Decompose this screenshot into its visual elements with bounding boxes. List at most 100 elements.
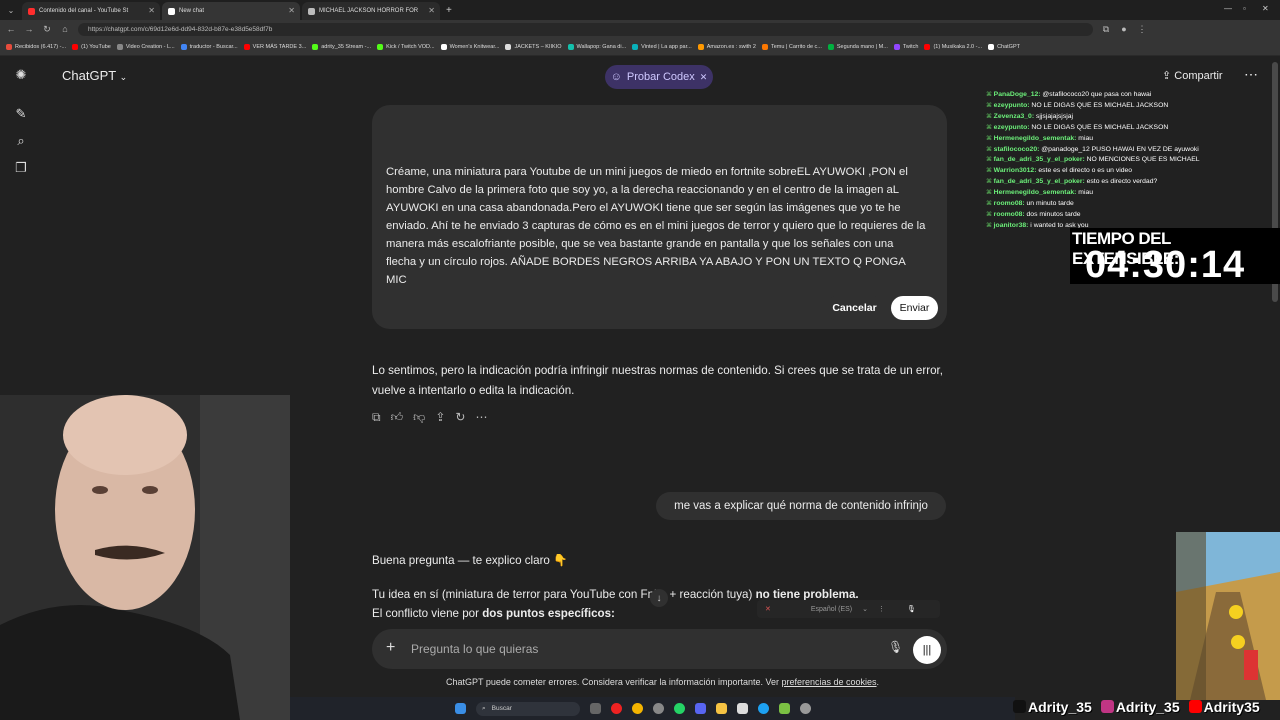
settings-icon[interactable] [800, 703, 811, 714]
subway-surfers-image [1176, 532, 1280, 700]
bookmark-item[interactable]: Amazon.es : swith 2 [697, 43, 756, 50]
dictate-icon[interactable]: 🎙︎ [888, 640, 903, 654]
new-chat-icon[interactable]: ✎ [12, 105, 30, 123]
library-icon[interactable]: ❐ [12, 159, 30, 177]
codex-label: Probar Codex [626, 71, 695, 83]
home-icon[interactable]: ⌂ [60, 24, 70, 34]
bookmark-item[interactable]: VER MÁS TARDE 3... [243, 43, 306, 50]
bookmark-item[interactable]: Video Creation - L... [116, 43, 175, 50]
send-button[interactable]: Enviar [891, 296, 938, 320]
obs-icon[interactable] [653, 703, 664, 714]
tab-bar: ⌄ Contenido del canal - YouTube St ✕ New c… [0, 0, 1280, 20]
regenerate-icon[interactable]: ↻ [455, 410, 465, 425]
windows-start-icon[interactable] [455, 703, 466, 714]
search-icon[interactable]: ⌕ [12, 132, 30, 150]
bookmark-label: Women's Knitwear... [449, 43, 500, 50]
chat-username: ezeypunto: [993, 123, 1030, 131]
minimize-icon[interactable]: — [1224, 4, 1232, 13]
bookmark-item[interactable]: Segunda mano | M... [827, 43, 888, 50]
browser-menu-icon[interactable]: ⋮ [1137, 24, 1147, 35]
close-tab-icon[interactable]: ✕ [428, 6, 435, 15]
edge-icon[interactable] [758, 703, 769, 714]
new-tab-icon[interactable]: + [446, 5, 452, 16]
reload-icon[interactable]: ↻ [42, 24, 52, 35]
social-handle: Adrity_35 [1100, 699, 1180, 715]
chat-text: NO MENCIONES QUE ES MICHAEL [1084, 156, 1200, 164]
bookmark-item[interactable]: Vinted | La app par... [632, 43, 692, 50]
task-view-icon[interactable] [590, 703, 601, 714]
bookmark-favicon-icon [632, 43, 639, 50]
window-close-icon[interactable]: ✕ [1262, 4, 1269, 13]
close-tab-icon[interactable]: ✕ [288, 6, 295, 15]
chevron-down-icon[interactable]: ⌄ [862, 605, 868, 613]
whatsapp-icon[interactable] [674, 703, 685, 714]
bookmark-item[interactable]: Twitch [893, 43, 918, 50]
dictation-language[interactable]: Español (ES) [811, 606, 852, 613]
tab-title: MICHAEL JACKSON HORROR FOR [319, 8, 419, 14]
app-icon[interactable] [779, 703, 790, 714]
kick-badge-icon: ⌘ [986, 124, 994, 131]
browser-tab[interactable]: Contenido del canal - YouTube St ✕ [22, 2, 160, 20]
openai-logo-icon[interactable]: ✺ [12, 66, 30, 84]
bookmark-item[interactable]: adrity_35 Stream -... [312, 43, 371, 50]
bookmark-item[interactable]: Wallapop: Gana di... [567, 43, 626, 50]
taskbar-search-label: Buscar [491, 705, 512, 712]
profile-icon[interactable]: ● [1119, 24, 1129, 34]
more-options-icon[interactable]: ⋯ [1244, 66, 1258, 83]
codex-pill-button[interactable]: ☺ Probar Codex ✕ [605, 65, 713, 89]
browser-tab[interactable]: New chat ✕ [162, 2, 300, 20]
browser-tab[interactable]: MICHAEL JACKSON HORROR FOR ✕ [302, 2, 440, 20]
add-attachment-icon[interactable]: + [386, 639, 395, 657]
close-tab-icon[interactable]: ✕ [148, 6, 155, 15]
chat-username: Zevenza3_0: [993, 112, 1035, 120]
back-icon[interactable]: ← [6, 24, 16, 34]
bookmark-item[interactable]: Women's Knitwear... [440, 43, 500, 50]
voice-mode-button[interactable]: ||| [913, 636, 941, 664]
edit-message-textarea[interactable]: Créame, una miniatura para Youtube de un… [386, 163, 926, 289]
bookmark-item[interactable]: JACKETS – KIIKIO [505, 43, 562, 50]
discord-icon[interactable] [695, 703, 706, 714]
more-icon[interactable]: ⋮ [878, 605, 885, 613]
mic-icon[interactable]: 🎙︎ [907, 605, 916, 613]
bookmark-item[interactable]: traductor - Buscar... [180, 43, 238, 50]
scroll-down-button[interactable]: ↓ [650, 589, 668, 607]
opera-icon[interactable] [611, 703, 622, 714]
bookmark-item[interactable]: Temu | Carrito de c... [761, 43, 822, 50]
thumbs-up-icon[interactable]: 👍︎ [391, 410, 404, 425]
stream-chat-message: ⌘ ezeypunto: NO LE DIGAS QUE ES MICHAEL … [986, 101, 1278, 112]
cancel-button[interactable]: Cancelar [825, 296, 884, 320]
model-selector[interactable]: ChatGPT ⌄ [62, 68, 127, 83]
taskbar-search[interactable]: ⌕ Buscar [476, 701, 580, 716]
file-explorer-icon[interactable] [716, 703, 727, 714]
tab-menu-icon[interactable]: ⌄ [0, 6, 22, 15]
chat-username: PanaDoge_12: [993, 91, 1041, 98]
bookmark-label: Temu | Carrito de c... [770, 43, 822, 50]
mic-off-icon[interactable]: ✕ [765, 605, 771, 613]
bookmark-label: Kick / Twitch VOD... [386, 43, 435, 50]
chrome-icon[interactable] [632, 703, 643, 714]
share-button[interactable]: ⇪ Compartir [1162, 69, 1223, 82]
more-icon[interactable]: ⋯ [475, 410, 487, 425]
prompt-input[interactable]: Pregunta lo que quieras [411, 642, 538, 656]
reply-bold: dos puntos específicos: [482, 607, 615, 620]
bookmark-item[interactable]: Recibidos (6.417) -... [6, 43, 66, 50]
thumbs-down-icon[interactable]: 👎︎ [413, 410, 425, 425]
kick-badge-icon: ⌘ [986, 92, 994, 98]
stream-chat-message: ⌘ roomo08: un minuto tarde [986, 199, 1278, 210]
cookie-preferences-link[interactable]: preferencias de cookies [781, 677, 876, 687]
extensions-icon[interactable]: ⧉ [1101, 24, 1111, 35]
copy-icon[interactable]: ⧉ [372, 410, 381, 425]
bookmark-item[interactable]: ChatGPT [988, 43, 1020, 50]
bookmark-label: Amazon.es : swith 2 [706, 43, 756, 50]
capcut-icon[interactable] [737, 703, 748, 714]
maximize-icon[interactable]: ▫ [1243, 4, 1246, 13]
share-icon[interactable]: ⇪ [435, 410, 445, 425]
bookmark-item[interactable]: (1) Musikaka 2.0 -... [924, 43, 982, 50]
url-field[interactable]: https://chatgpt.com/c/69d12e6d-dd94-832d… [78, 22, 1093, 36]
kick-badge-icon: ⌘ [986, 113, 994, 120]
bookmark-label: Video Creation - L... [125, 43, 175, 50]
bookmark-item[interactable]: Kick / Twitch VOD... [377, 43, 435, 50]
close-icon[interactable]: ✕ [700, 72, 708, 83]
bookmark-item[interactable]: (1) YouTube [72, 43, 111, 50]
forward-icon[interactable]: → [24, 24, 34, 34]
